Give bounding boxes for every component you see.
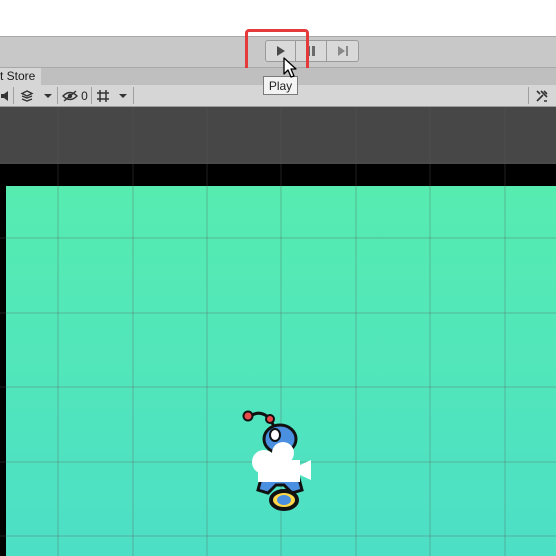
tab-store-label: t Store	[0, 69, 36, 83]
separator	[57, 87, 58, 104]
dropdown-icon	[119, 93, 127, 98]
hidden-objects-toggle[interactable]: 0	[61, 86, 89, 105]
separator	[91, 87, 92, 104]
tools-button[interactable]	[532, 86, 552, 105]
step-icon	[337, 46, 348, 56]
effects-dropdown[interactable]	[40, 86, 56, 105]
tooltip-text: Play	[268, 78, 293, 93]
grid-dropdown[interactable]	[115, 86, 131, 105]
tab-store[interactable]: t Store	[0, 68, 42, 85]
separator	[133, 87, 134, 104]
separator	[13, 87, 14, 104]
grid-toggle[interactable]	[94, 86, 112, 105]
scene-background	[0, 107, 556, 164]
camera-frame-border	[0, 164, 556, 186]
effects-icon	[20, 89, 34, 102]
camera-icon[interactable]	[248, 440, 314, 488]
effects-toggle[interactable]	[17, 86, 37, 105]
dropdown-icon	[44, 93, 52, 98]
audio-icon	[1, 90, 8, 101]
cursor-icon	[283, 57, 297, 78]
step-button[interactable]	[327, 40, 359, 62]
separator	[528, 87, 529, 104]
audio-toggle[interactable]	[0, 86, 12, 105]
visibility-icon	[62, 89, 79, 102]
grid-icon	[97, 89, 109, 102]
hidden-count: 0	[81, 88, 88, 103]
tools-icon	[536, 89, 548, 102]
